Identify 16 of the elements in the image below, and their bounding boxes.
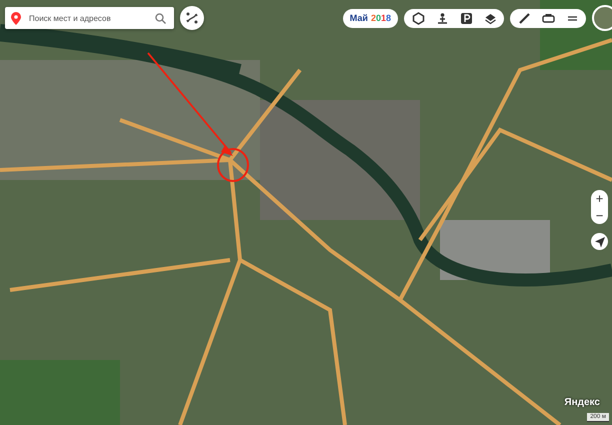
satellite-map-drawing[interactable] (0, 0, 612, 425)
hexagon-icon (412, 12, 424, 24)
layers-icon (484, 12, 496, 24)
parking-icon (460, 12, 472, 24)
location-pin-icon (11, 12, 21, 24)
map-logo: Яндекс (564, 397, 600, 408)
ruler-icon (518, 12, 530, 24)
printer-icon (542, 12, 554, 24)
zoom-in-button[interactable]: + (591, 190, 608, 207)
person-icon (436, 12, 448, 24)
route-icon (185, 11, 199, 25)
zoom-out-button[interactable]: − (591, 207, 608, 224)
locate-icon (594, 236, 606, 248)
search-field[interactable]: Поиск мест и адресов (5, 7, 174, 29)
menu-icon (566, 14, 578, 22)
search-icon[interactable] (155, 12, 166, 24)
